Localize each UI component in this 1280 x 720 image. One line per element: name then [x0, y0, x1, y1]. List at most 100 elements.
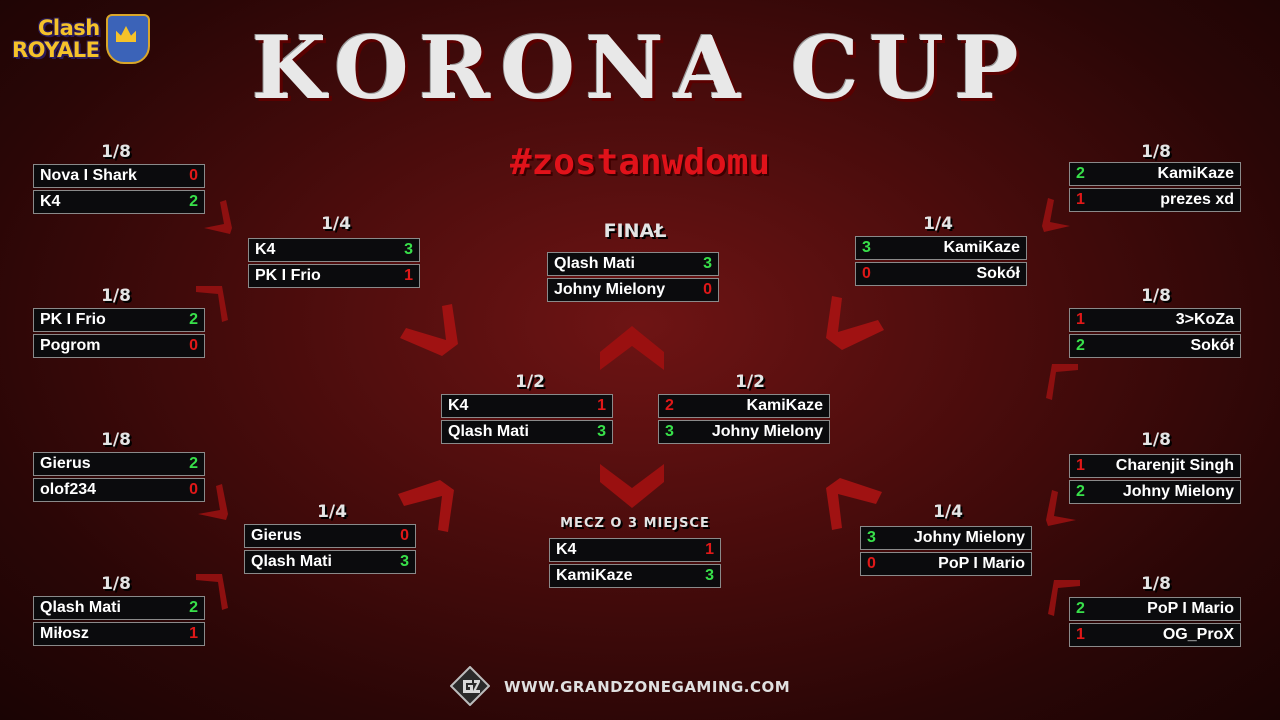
- player-name: K4: [556, 541, 577, 558]
- player-name: Nova I Shark: [40, 167, 137, 184]
- player-score: 3: [705, 567, 714, 584]
- player-name: Sokół: [976, 265, 1020, 282]
- page-title: KORONA CUP: [251, 18, 1029, 119]
- bracket-arrow-icon: [1040, 488, 1080, 528]
- match-third-place: K4 1 KamiKaze 3: [549, 538, 721, 590]
- player-name: Qlash Mati: [554, 255, 635, 272]
- player-name: Johny Mielony: [913, 529, 1025, 546]
- player-name: Charenjit Singh: [1115, 457, 1234, 474]
- player-name: KamiKaze: [556, 567, 633, 584]
- player-score: 2: [189, 455, 198, 472]
- match-slot: Sokół 0: [855, 262, 1027, 286]
- player-name: KamiKaze: [1157, 165, 1234, 182]
- label-r8-right-4: 1/8: [1141, 574, 1171, 594]
- bracket-arrow-icon: [1042, 576, 1082, 616]
- match-left-r8-4: Qlash Mati 2 Miłosz 1: [33, 596, 205, 648]
- player-score: 0: [867, 555, 876, 572]
- match-left-semifinal: K4 1 Qlash Mati 3: [441, 394, 613, 446]
- player-score: 2: [1076, 165, 1085, 182]
- player-score: 0: [862, 265, 871, 282]
- label-r2-left: 1/2: [515, 372, 545, 392]
- match-right-r8-3: Charenjit Singh 1 Johny Mielony 2: [1069, 454, 1241, 506]
- match-right-r4-2: Johny Mielony 3 PoP I Mario 0: [860, 526, 1032, 578]
- chevron-up-icon: [598, 322, 666, 374]
- bracket-arrow-icon: [1036, 196, 1076, 236]
- bracket-arrow-icon: [818, 474, 884, 534]
- match-right-r8-1: KamiKaze 2 prezes xd 1: [1069, 162, 1241, 214]
- match-slot: Qlash Mati 3: [244, 550, 416, 574]
- match-slot: olof234 0: [33, 478, 205, 502]
- label-r4-right-1: 1/4: [923, 214, 953, 234]
- match-slot: prezes xd 1: [1069, 188, 1241, 212]
- label-r8-left-4: 1/8: [101, 574, 131, 594]
- label-r8-right-1: 1/8: [1141, 142, 1171, 162]
- player-score: 3: [404, 241, 413, 258]
- player-score: 3: [597, 423, 606, 440]
- player-score: 1: [1076, 191, 1085, 208]
- player-score: 1: [1076, 311, 1085, 328]
- match-slot: Miłosz 1: [33, 622, 205, 646]
- player-score: 1: [1076, 457, 1085, 474]
- label-final: FINAŁ: [603, 220, 667, 242]
- match-slot: KamiKaze 2: [658, 394, 830, 418]
- bracket-arrow-icon: [194, 570, 234, 610]
- player-name: Qlash Mati: [40, 599, 121, 616]
- match-slot: Qlash Mati 3: [547, 252, 719, 276]
- player-name: PK I Frio: [255, 267, 321, 284]
- player-score: 0: [703, 281, 712, 298]
- match-slot: Pogrom 0: [33, 334, 205, 358]
- player-name: K4: [448, 397, 469, 414]
- player-score: 1: [1076, 626, 1085, 643]
- label-r4-right-2: 1/4: [933, 502, 963, 522]
- chevron-down-icon: [598, 460, 666, 510]
- match-slot: OG_ProX 1: [1069, 623, 1241, 647]
- grandzone-logo-icon: [449, 665, 491, 707]
- website-link[interactable]: WWW.GRANDZONEGAMING.COM: [504, 678, 790, 696]
- match-slot: Gierus 2: [33, 452, 205, 476]
- player-name: Johny Mielony: [711, 423, 823, 440]
- match-left-r8-2: PK I Frio 2 Pogrom 0: [33, 308, 205, 360]
- bracket-arrow-icon: [1040, 360, 1080, 400]
- label-r4-left-1: 1/4: [321, 214, 351, 234]
- match-slot: K4 2: [33, 190, 205, 214]
- label-third-place: MECZ O 3 MIEJSCE: [560, 516, 710, 531]
- match-slot: Gierus 0: [244, 524, 416, 548]
- match-slot: KamiKaze 2: [1069, 162, 1241, 186]
- match-left-r8-3: Gierus 2 olof234 0: [33, 452, 205, 504]
- player-score: 3: [400, 553, 409, 570]
- label-r4-left-2: 1/4: [317, 502, 347, 522]
- player-name: KamiKaze: [943, 239, 1020, 256]
- match-slot: Johny Mielony 3: [860, 526, 1032, 550]
- player-score: 2: [1076, 337, 1085, 354]
- player-score: 3: [862, 239, 871, 256]
- player-name: Gierus: [40, 455, 91, 472]
- match-slot: PoP I Mario 2: [1069, 597, 1241, 621]
- match-slot: Johny Mielony 0: [547, 278, 719, 302]
- label-r8-left-1: 1/8: [101, 142, 131, 162]
- match-left-r4-1: K4 3 PK I Frio 1: [248, 238, 420, 290]
- bracket-arrow-icon: [194, 482, 234, 522]
- match-slot: 3>KoZa 1: [1069, 308, 1241, 332]
- match-slot: K4 1: [441, 394, 613, 418]
- match-slot: KamiKaze 3: [855, 236, 1027, 260]
- player-score: 2: [189, 193, 198, 210]
- player-name: PoP I Mario: [1147, 600, 1234, 617]
- match-slot: K4 3: [248, 238, 420, 262]
- label-r8-left-2: 1/8: [101, 286, 131, 306]
- player-name: Qlash Mati: [251, 553, 332, 570]
- player-score: 1: [705, 541, 714, 558]
- match-slot: Qlash Mati 2: [33, 596, 205, 620]
- player-name: Qlash Mati: [448, 423, 529, 440]
- player-score: 1: [404, 267, 413, 284]
- match-slot: K4 1: [549, 538, 721, 562]
- label-r2-right: 1/2: [735, 372, 765, 392]
- bracket-arrow-icon: [396, 476, 462, 534]
- player-name: prezes xd: [1160, 191, 1234, 208]
- player-name: Pogrom: [40, 337, 101, 354]
- footer: WWW.GRANDZONEGAMING.COM: [449, 664, 810, 710]
- player-name: Miłosz: [40, 625, 89, 642]
- player-name: OG_ProX: [1162, 626, 1234, 643]
- match-slot: Qlash Mati 3: [441, 420, 613, 444]
- label-r8-right-3: 1/8: [1141, 430, 1171, 450]
- player-score: 0: [189, 337, 198, 354]
